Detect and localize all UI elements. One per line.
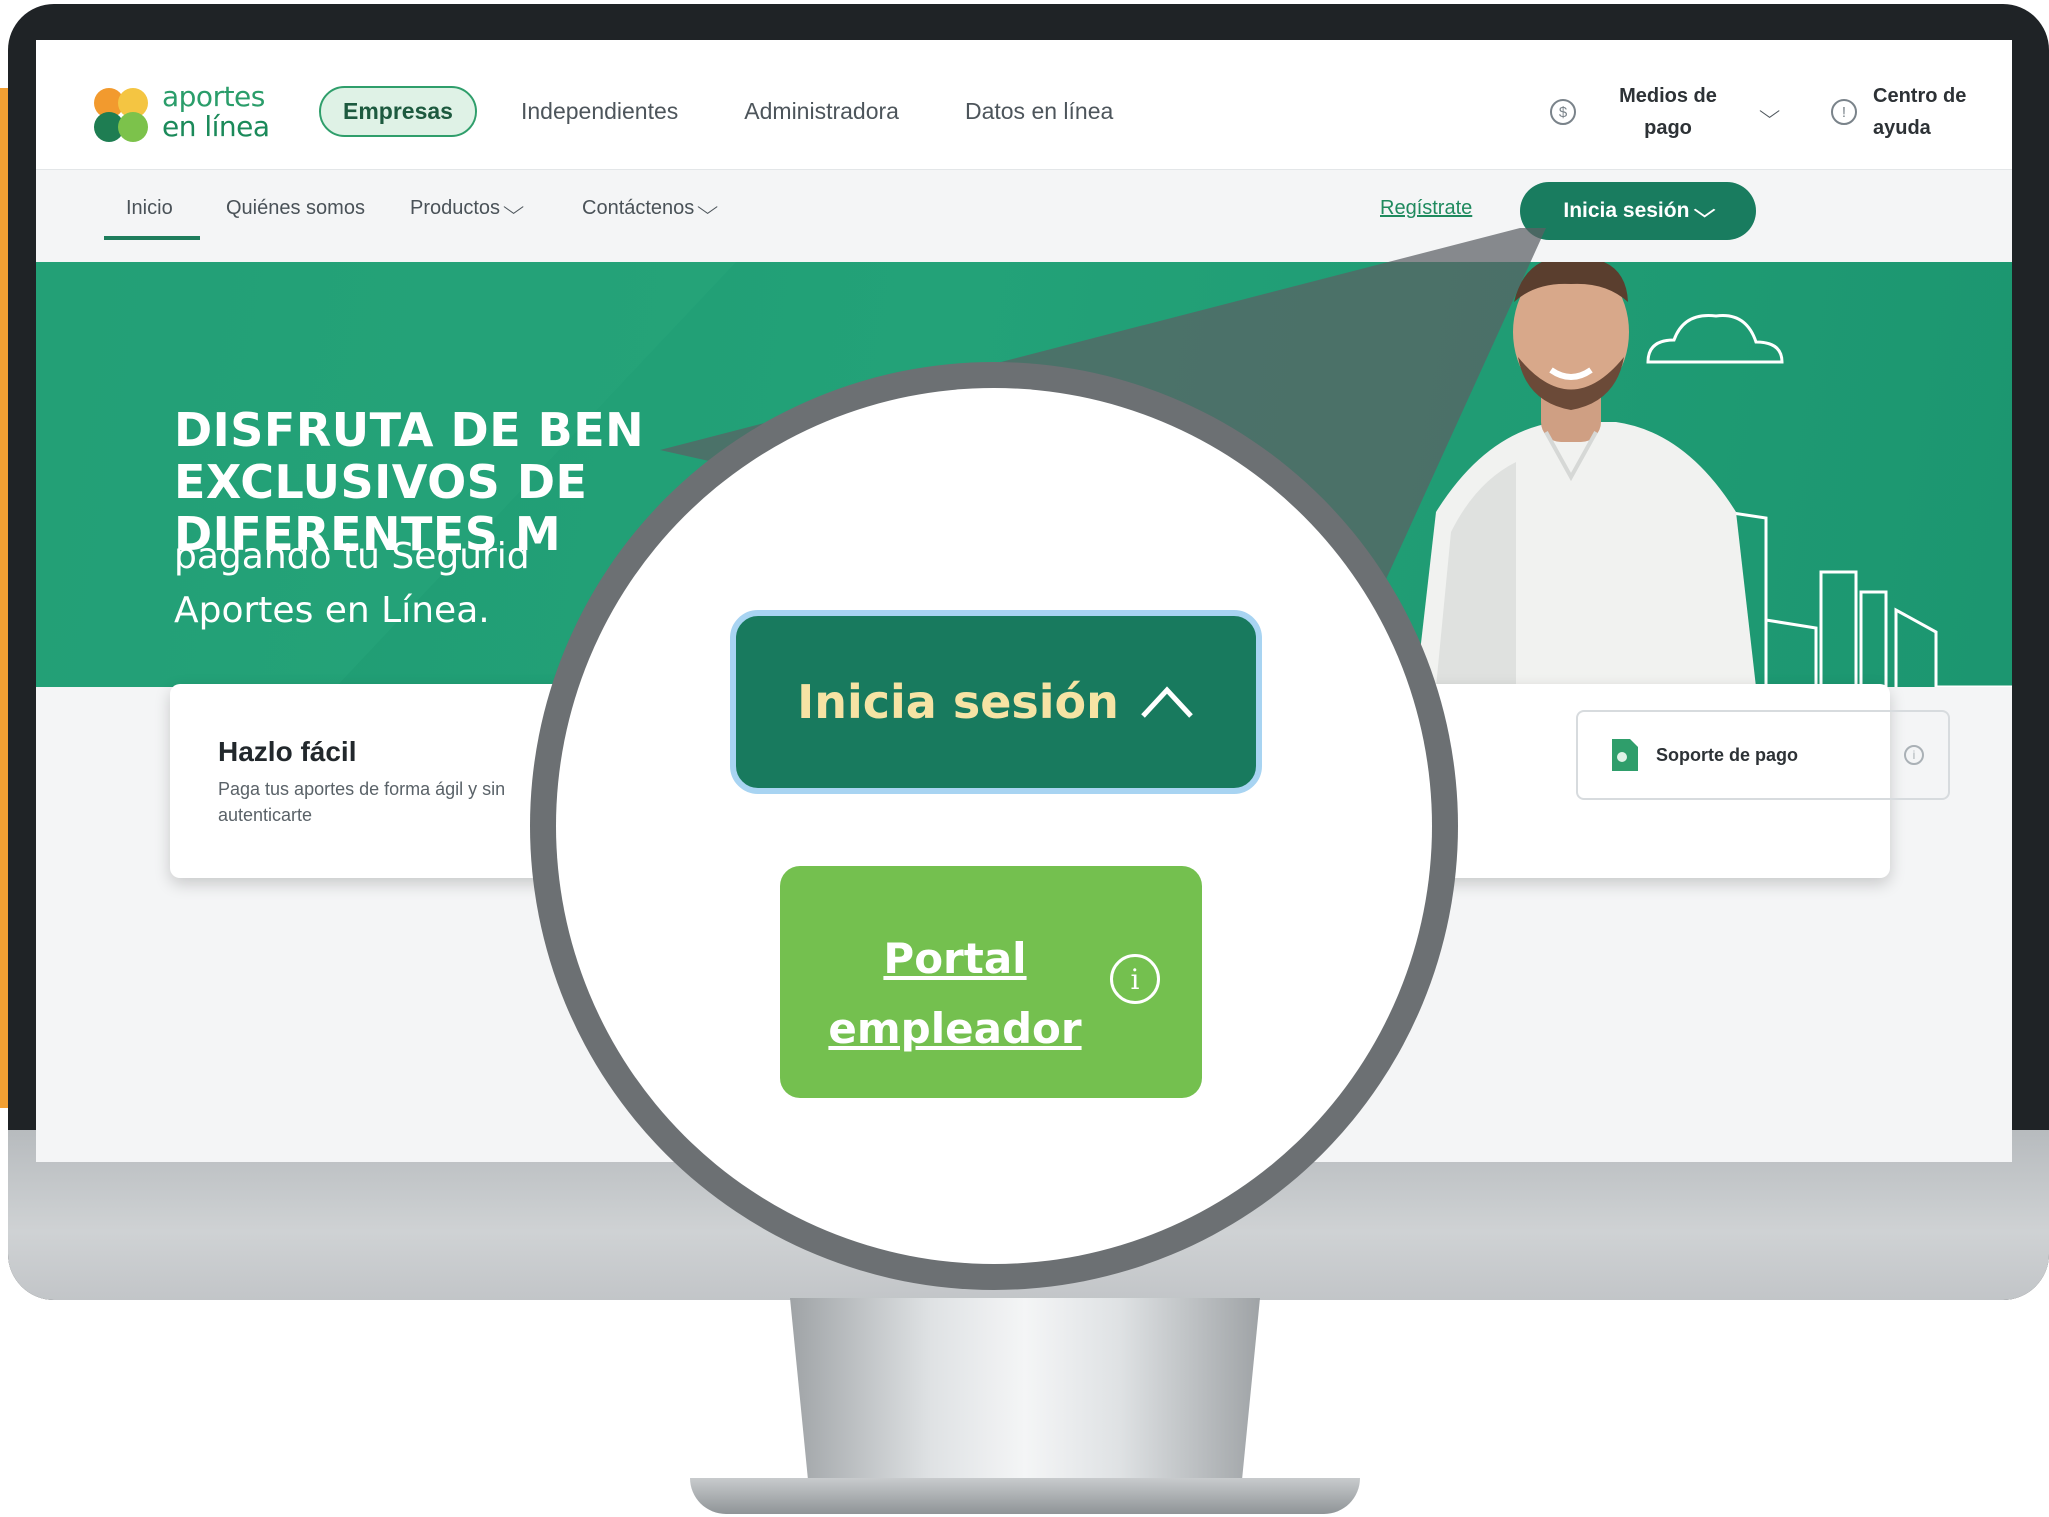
- nav-contactenos-label: Contáctenos: [582, 197, 695, 219]
- nav-quienes-somos[interactable]: Quiénes somos: [226, 197, 365, 220]
- help-center-label: Centro de ayuda: [1873, 85, 1967, 139]
- hero-subtitle: pagando tu Segurid Aportes en Línea.: [174, 536, 530, 631]
- dollar-circle-icon: $: [1550, 99, 1576, 125]
- chevron-down-icon: ⌵: [502, 197, 524, 219]
- chevron-down-icon: ⌵: [1758, 100, 1781, 123]
- site-logo[interactable]: aportes en línea: [92, 80, 292, 150]
- nav-inicio[interactable]: Inicio: [126, 197, 173, 220]
- register-link[interactable]: Regístrate: [1380, 197, 1472, 220]
- login-button[interactable]: Inicia sesión ⌵: [1520, 182, 1756, 240]
- audience-tabs: Empresas Independientes Administradora D…: [319, 86, 1135, 137]
- info-circle-icon: i: [1110, 954, 1160, 1004]
- city-skyline-icon: [1724, 510, 2012, 687]
- help-center-link[interactable]: ! Centro de ayuda: [1831, 80, 1966, 144]
- card-description: Paga tus aportes de forma ágil y sin aut…: [218, 779, 506, 825]
- chevron-down-icon: ⌵: [696, 197, 719, 219]
- logo-dots-icon: [92, 86, 154, 146]
- top-bar: aportes en línea Empresas Independientes…: [36, 40, 2012, 170]
- tab-administradora[interactable]: Administradora: [722, 88, 921, 135]
- chevron-up-icon: [1141, 686, 1193, 718]
- info-circle-icon: !: [1831, 99, 1857, 125]
- zoomed-login-button[interactable]: Inicia sesión: [730, 610, 1262, 794]
- tab-independientes[interactable]: Independientes: [499, 88, 700, 135]
- nav-contactenos[interactable]: Contáctenos ⌵: [582, 197, 719, 220]
- active-nav-indicator: [104, 236, 200, 240]
- tab-datos-en-linea[interactable]: Datos en línea: [943, 88, 1135, 135]
- chevron-down-icon: ⌵: [1694, 199, 1716, 222]
- smiling-man-photo: [1416, 262, 1756, 687]
- monitor-stand-neck: [790, 1298, 1260, 1488]
- document-icon: [1612, 739, 1638, 771]
- magnifier-lens: [556, 388, 1432, 1264]
- employer-portal-label: Portal empleador: [828, 934, 1082, 1053]
- payment-methods-menu[interactable]: $ Medios de pago ⌵: [1550, 80, 1781, 144]
- tab-empresas[interactable]: Empresas: [319, 86, 477, 137]
- logo-wordmark: aportes en línea: [162, 80, 270, 143]
- payment-support-label: Soporte de pago: [1656, 744, 1799, 765]
- employer-portal-button[interactable]: Portal empleador i: [780, 866, 1202, 1098]
- monitor-stand-base: [690, 1478, 1360, 1514]
- payment-support-button[interactable]: Soporte de pago i: [1576, 710, 1950, 800]
- payment-methods-label: Medios de pago: [1619, 85, 1717, 139]
- nav-productos-label: Productos: [410, 197, 501, 219]
- card-title: Hazlo fácil: [218, 736, 357, 767]
- nav-productos[interactable]: Productos ⌵: [410, 197, 524, 220]
- zoomed-login-label: Inicia sesión: [797, 675, 1119, 729]
- info-circle-icon: i: [1904, 745, 1924, 765]
- login-button-label: Inicia sesión: [1563, 199, 1690, 222]
